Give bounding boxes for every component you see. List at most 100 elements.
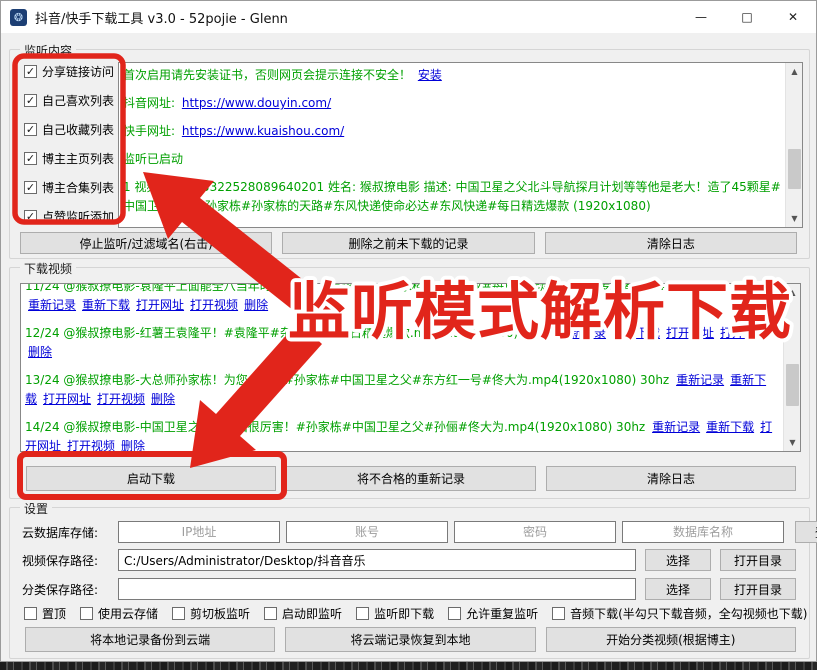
checkbox-label: 置顶 <box>42 605 66 622</box>
checkbox-my-favorites[interactable]: ✓ 自己收藏列表 <box>24 121 124 137</box>
checkbox-label: 博主合集列表 <box>42 179 114 196</box>
checked-checkbox-icon[interactable]: ✓ <box>24 210 37 223</box>
log-link[interactable]: https://www.kuaishou.com/ <box>182 124 344 138</box>
unchecked-checkbox-icon[interactable] <box>552 607 565 620</box>
maximize-button[interactable]: □ <box>724 1 770 33</box>
checked-checkbox-icon[interactable]: ✓ <box>24 152 37 165</box>
checkbox-label: 使用云存储 <box>98 605 158 622</box>
log-link[interactable]: 删除 <box>151 392 175 406</box>
checkbox-audio-download[interactable]: 音频下载(半勾只下载音频，全勾视频也下载) <box>552 605 807 621</box>
log-link[interactable]: 打开视频 <box>720 326 768 340</box>
restore-from-cloud-button[interactable]: 将云端记录恢复到本地 <box>285 627 535 652</box>
unchecked-checkbox-icon[interactable] <box>172 607 185 620</box>
clear-download-log-button[interactable]: 清除日志 <box>546 466 796 491</box>
category-path-label: 分类保存路径: <box>22 581 118 598</box>
log-link[interactable]: 重新记录 <box>652 420 700 434</box>
ip-address-field[interactable] <box>118 521 280 543</box>
unchecked-checkbox-icon[interactable] <box>356 607 369 620</box>
video-path-input[interactable] <box>118 549 636 571</box>
close-button[interactable]: ✕ <box>770 1 816 33</box>
monitor-group-label: 监听内容 <box>20 42 76 59</box>
unchecked-checkbox-icon[interactable] <box>448 607 461 620</box>
log-link[interactable]: 重新记录 <box>28 298 76 312</box>
log-link[interactable]: 打开视频 <box>97 392 145 406</box>
start-download-button[interactable]: 启动下载 <box>26 466 276 491</box>
unchecked-checkbox-icon[interactable] <box>264 607 277 620</box>
checkbox-blogger-home[interactable]: ✓ 博主主页列表 <box>24 150 124 166</box>
log-link[interactable]: 删除 <box>28 345 52 359</box>
log-link[interactable]: 打开视频 <box>67 439 115 451</box>
checkbox-label: 自己收藏列表 <box>42 121 114 138</box>
log-text: 11/24 @猴叔撩电影-袁隆平上面能全八当年时的预言！#袁隆平#杂交水稻#国士… <box>25 283 775 293</box>
log-link[interactable]: 打开网址 <box>136 298 184 312</box>
video-path-label: 视频保存路径: <box>22 552 118 569</box>
log-text: 12/24 @猴叔撩电影-红薯王袁隆平！#袁隆平#杂交水稻#每日精选爆款.mp4… <box>25 326 555 340</box>
checkbox-monitor-on-start[interactable]: 启动即监听 <box>264 605 342 621</box>
checked-checkbox-icon[interactable]: ✓ <box>24 123 37 136</box>
stop-listen-button[interactable]: 停止监听/过滤域名(右击) <box>20 232 272 254</box>
log-text: 监听已启动 <box>123 152 183 166</box>
log-link[interactable]: 重新下载 <box>706 420 754 434</box>
checkbox-download-on-monitor[interactable]: 监听即下载 <box>356 605 434 621</box>
log-link[interactable]: 重新记录 <box>676 373 724 387</box>
account-field[interactable] <box>286 521 448 543</box>
log-link[interactable]: 重新记录 <box>558 326 606 340</box>
category-path-input[interactable] <box>118 578 636 600</box>
log-line: 1 视频ID: 7475322528089640201 姓名: 猴叔撩电影 描述… <box>123 178 781 216</box>
category-path-choose-button[interactable]: 选择 <box>645 578 711 600</box>
log-link[interactable]: https://www.douyin.com/ <box>182 96 331 110</box>
desktop-artifact-strip <box>0 662 817 670</box>
login-button[interactable]: 登录 <box>795 521 817 543</box>
backup-to-cloud-button[interactable]: 将本地记录备份到云端 <box>25 627 275 652</box>
db-name-field[interactable] <box>622 521 784 543</box>
scroll-up-icon[interactable]: ▲ <box>784 284 801 301</box>
checkbox-use-cloud[interactable]: 使用云存储 <box>80 605 158 621</box>
log-line: 监听已启动 <box>123 150 781 169</box>
checkbox-label: 自己喜欢列表 <box>42 92 114 109</box>
scroll-down-icon[interactable]: ▼ <box>786 210 803 227</box>
scroll-up-icon[interactable]: ▲ <box>786 63 803 80</box>
checkbox-pin-top[interactable]: 置顶 <box>24 605 66 621</box>
minimize-button[interactable]: — <box>678 1 724 33</box>
title-bar: ❂ 抖音/快手下载工具 v3.0 - 52pojie - Glenn — □ ✕ <box>1 1 816 33</box>
unchecked-checkbox-icon[interactable] <box>24 607 37 620</box>
video-path-open-button[interactable]: 打开目录 <box>720 549 796 571</box>
checkbox-allow-duplicate[interactable]: 允许重复监听 <box>448 605 538 621</box>
checkbox-blogger-collection[interactable]: ✓ 博主合集列表 <box>24 179 124 195</box>
category-path-row: 分类保存路径: 选择 打开目录 <box>22 578 796 600</box>
monitor-scrollbar[interactable]: ▲ ▼ <box>785 63 802 227</box>
checkbox-share-link[interactable]: ✓分享链接访问 <box>24 63 124 79</box>
rerecord-failed-button[interactable]: 将不合格的重新记录 <box>286 466 536 491</box>
video-path-choose-button[interactable]: 选择 <box>645 549 711 571</box>
log-link[interactable]: 删除 <box>244 298 268 312</box>
log-line: 2 视频ID: 7434931344896773391 姓名: 猴叔撩电影 描述… <box>123 225 781 227</box>
checkbox-label: 博主主页列表 <box>42 150 114 167</box>
checkbox-clipboard-monitor[interactable]: 剪切板监听 <box>172 605 250 621</box>
log-link[interactable]: 重新下载 <box>82 298 130 312</box>
scrollbar-thumb[interactable] <box>788 149 801 189</box>
log-text: 抖音网址: <box>123 96 179 110</box>
checkbox-my-likes[interactable]: ✓ 自己喜欢列表 <box>24 92 124 108</box>
log-link[interactable]: 打开网址 <box>666 326 714 340</box>
log-link[interactable]: 安装 <box>418 68 442 82</box>
checkbox-like-monitor[interactable]: ✓点赞监听添加 <box>24 208 124 224</box>
password-field[interactable] <box>454 521 616 543</box>
scrollbar-thumb[interactable] <box>786 364 799 406</box>
settings-checkbox-row: 置顶使用云存储剪切板监听启动即监听监听即下载允许重复监听音频下载(半勾只下载音频… <box>24 605 796 621</box>
category-path-open-button[interactable]: 打开目录 <box>720 578 796 600</box>
unchecked-checkbox-icon[interactable] <box>80 607 93 620</box>
checked-checkbox-icon[interactable]: ✓ <box>24 181 37 194</box>
log-link[interactable]: 打开网址 <box>43 392 91 406</box>
delete-undownloaded-button[interactable]: 删除之前未下载的记录 <box>282 232 534 254</box>
download-log-box: 11/24 @猴叔撩电影-袁隆平上面能全八当年时的预言！#袁隆平#杂交水稻#国士… <box>20 283 801 452</box>
scroll-down-icon[interactable]: ▼ <box>784 434 801 451</box>
checked-checkbox-icon[interactable]: ✓ <box>24 94 37 107</box>
log-link[interactable]: 重新下载 <box>612 326 660 340</box>
checked-checkbox-icon[interactable]: ✓ <box>24 65 37 78</box>
start-classify-button[interactable]: 开始分类视频(根据博主) <box>546 627 796 652</box>
log-link[interactable]: 删除 <box>121 439 145 451</box>
clear-monitor-log-button[interactable]: 清除日志 <box>545 232 797 254</box>
download-button-row: 启动下载 将不合格的重新记录 清除日志 <box>26 466 796 491</box>
log-link[interactable]: 打开视频 <box>190 298 238 312</box>
download-scrollbar[interactable]: ▲ ▼ <box>783 284 800 451</box>
